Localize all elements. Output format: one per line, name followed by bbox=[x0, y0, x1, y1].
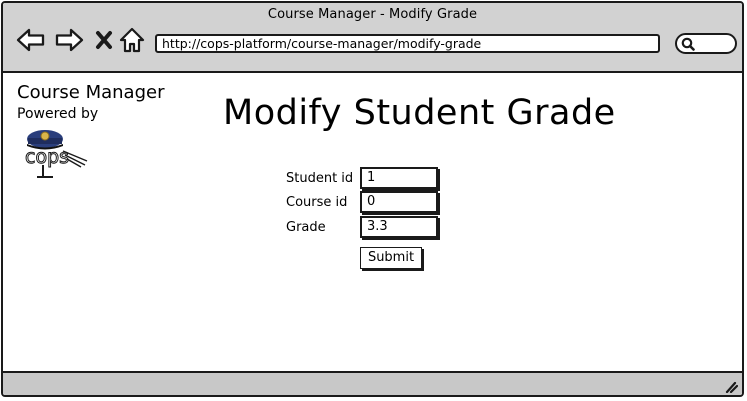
student-id-field[interactable]: 1 bbox=[360, 167, 438, 189]
window-title: Course Manager - Modify Grade bbox=[267, 7, 478, 22]
grade-label: Grade bbox=[286, 220, 326, 235]
svg-text:cops: cops bbox=[25, 146, 69, 168]
close-icon[interactable] bbox=[89, 25, 119, 55]
back-arrow-icon[interactable] bbox=[16, 25, 46, 55]
powered-by-label: Powered by bbox=[17, 106, 99, 122]
cops-logo: cops bbox=[23, 127, 89, 185]
app-name: Course Manager bbox=[17, 82, 165, 103]
search-icon bbox=[681, 37, 695, 51]
submit-button[interactable]: Submit bbox=[360, 247, 422, 269]
police-cap-icon: cops bbox=[25, 130, 88, 178]
student-id-label: Student id bbox=[286, 171, 354, 186]
course-id-field[interactable]: 0 bbox=[360, 191, 438, 213]
page-content: Course Manager Powered by cops Modify St… bbox=[3, 73, 742, 373]
home-icon[interactable] bbox=[117, 25, 147, 55]
address-bar[interactable]: http://cops-platform/course-manager/modi… bbox=[155, 34, 660, 53]
browser-toolbar: Course Manager - Modify Grade http://cop… bbox=[3, 3, 742, 73]
search-input[interactable] bbox=[675, 33, 737, 54]
forward-arrow-icon[interactable] bbox=[54, 25, 84, 55]
browser-window: Course Manager - Modify Grade http://cop… bbox=[1, 1, 744, 397]
resize-grip-icon[interactable] bbox=[722, 377, 738, 393]
grade-field[interactable]: 3.3 bbox=[360, 216, 438, 238]
status-bar bbox=[3, 371, 742, 395]
course-id-label: Course id bbox=[286, 195, 348, 210]
page-title: Modify Student Grade bbox=[223, 93, 616, 133]
